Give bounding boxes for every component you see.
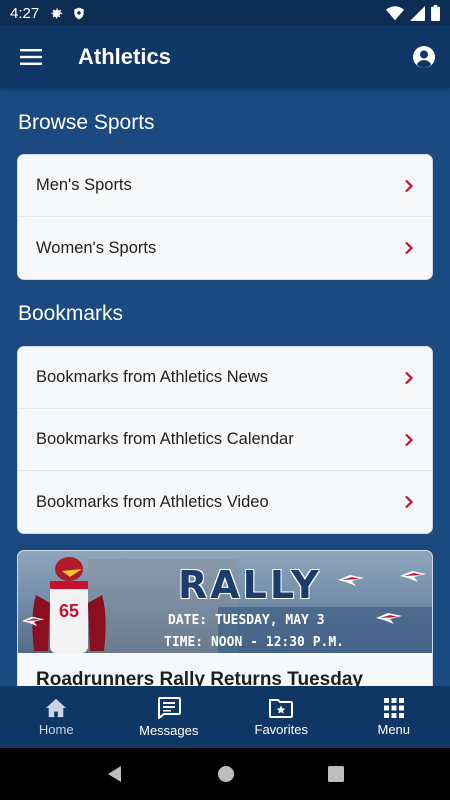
chevron-right-icon (405, 433, 414, 446)
promo-headline: Roadrunners Rally Returns Tuesday (36, 669, 363, 686)
nav-label: Menu (377, 721, 411, 737)
promo-time-text: TIME: NOON - 12:30 P.M. (164, 635, 345, 650)
list-item-label: Bookmarks from Athletics News (36, 368, 268, 386)
list-item-mens-sports[interactable]: Men's Sports (18, 155, 432, 217)
chevron-right-icon (405, 241, 414, 255)
chevron-right-icon (405, 371, 414, 384)
roadrunner-logo-icon (400, 571, 426, 582)
nav-label: Home (38, 721, 74, 737)
grid-icon (383, 697, 404, 718)
browse-sports-card: Men's Sports Women's Sports (17, 154, 433, 280)
promo-image: 65 RALLY DATE: TUESDAY, MAY 3 TIME: NOON… (18, 551, 432, 653)
account-button[interactable] (398, 26, 450, 88)
back-icon[interactable] (106, 765, 124, 783)
chevron-right-icon (405, 495, 414, 509)
list-item-label: Women's Sports (36, 238, 157, 257)
account-icon (413, 46, 435, 68)
nav-menu[interactable]: Menu (338, 686, 450, 748)
promo-rally-text: RALLY (178, 563, 322, 607)
home-icon (46, 698, 67, 717)
list-item-bookmarks-news[interactable]: Bookmarks from Athletics News (18, 347, 432, 409)
hamburger-icon (20, 49, 42, 65)
list-item-womens-sports[interactable]: Women's Sports (18, 217, 432, 279)
promo-date-text: DATE: TUESDAY, MAY 3 (168, 613, 325, 628)
nav-label: Favorites (254, 721, 308, 737)
roadrunner-logo-icon (376, 613, 402, 624)
battery-icon (431, 5, 440, 21)
page-title: Athletics (78, 44, 171, 69)
settings-status-icon (51, 8, 63, 18)
message-icon (157, 696, 181, 719)
system-navigation-bar (0, 748, 450, 800)
list-item-bookmarks-calendar[interactable]: Bookmarks from Athletics Calendar (18, 409, 432, 471)
browse-sports-heading: Browse Sports (18, 111, 155, 134)
jersey-number: 65 (59, 601, 79, 621)
recents-icon[interactable] (327, 766, 344, 782)
nav-home[interactable]: Home (0, 686, 113, 748)
roadrunner-logo-icon (338, 575, 364, 586)
bookmarks-heading: Bookmarks (18, 302, 124, 325)
nav-favorites[interactable]: Favorites (225, 686, 338, 748)
chevron-right-icon (405, 179, 414, 192)
status-bar: 4:27 (0, 0, 450, 26)
bottom-navigation: Home Messages Favorites Menu (0, 686, 450, 748)
list-item-label: Bookmarks from Athletics Calendar (36, 430, 294, 448)
status-time: 4:27 (10, 4, 40, 22)
list-item-label: Bookmarks from Athletics Video (36, 492, 269, 511)
list-item-bookmarks-video[interactable]: Bookmarks from Athletics Video (18, 471, 432, 533)
app-bar: Athletics (0, 26, 450, 88)
signal-icon (410, 5, 425, 21)
home-circle-icon[interactable] (217, 765, 235, 783)
nav-messages[interactable]: Messages (113, 686, 226, 748)
shield-status-icon (74, 7, 84, 19)
roadrunner-logo-icon (21, 616, 45, 627)
wifi-icon (386, 5, 404, 20)
mascot-figure: 65 (32, 557, 106, 653)
news-promo-card[interactable]: 65 RALLY DATE: TUESDAY, MAY 3 TIME: NOON… (17, 550, 433, 686)
list-item-label: Men's Sports (36, 176, 132, 194)
bookmarks-card: Bookmarks from Athletics News Bookmarks … (17, 346, 433, 534)
main-content[interactable]: Browse Sports Men's Sports Women's Sport… (0, 88, 450, 686)
favorites-folder-icon (269, 698, 294, 718)
hamburger-menu-button[interactable] (0, 26, 62, 88)
nav-label: Messages (139, 722, 199, 738)
